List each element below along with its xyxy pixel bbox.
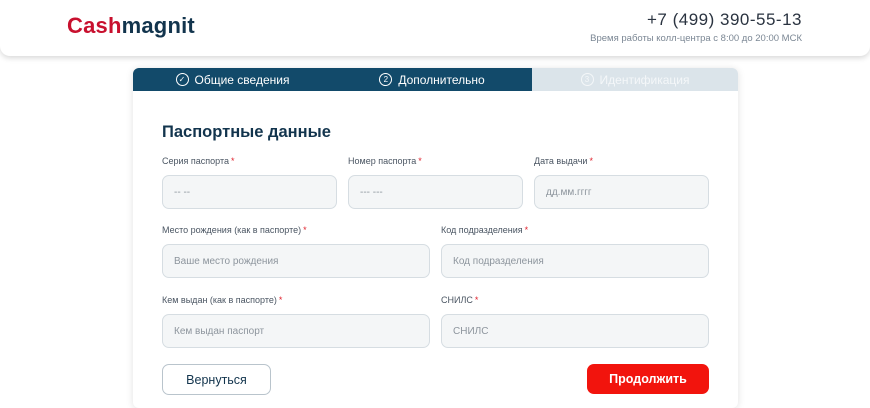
required-mark: * <box>418 156 422 166</box>
field-label: Место рождения (как в паспорте) <box>162 225 302 235</box>
issue-date-field: Дата выдачи * дд.мм.гггг <box>534 156 709 209</box>
step-number-icon: 2 <box>379 73 393 86</box>
required-mark: * <box>524 225 529 235</box>
step-identification: 3 Идентификация <box>532 68 738 91</box>
snils-field: СНИЛС * СНИЛС <box>441 295 709 348</box>
issued-by-field: Кем выдан (как в паспорте) * Кем выдан па… <box>162 295 430 348</box>
required-mark: * <box>231 156 235 166</box>
cashmagnit-logo[interactable]: Cashmagnit <box>67 13 195 39</box>
checkmark-icon: ✓ <box>175 73 189 86</box>
required-mark: * <box>589 156 593 166</box>
phone-number[interactable]: +7 (499) 390-55-13 <box>647 10 802 30</box>
step-additional[interactable]: 2 Дополнительно <box>332 68 532 91</box>
continue-button[interactable]: Продолжить <box>587 364 709 394</box>
step-number-icon: 3 <box>580 73 594 86</box>
progress-steps: ✓ Общие сведения 2 Дополнительно 3 Идент… <box>133 68 738 91</box>
required-mark: * <box>278 295 283 305</box>
required-mark: * <box>303 225 307 235</box>
passport-number-field: Номер паспорта * --- --- <box>348 156 523 209</box>
division-code-field: Код подразделения * Код подразделения <box>441 225 709 278</box>
field-label: Код подразделения <box>441 225 523 235</box>
call-center-hours: Время работы колл-центра с 8:00 до 20:00… <box>590 33 802 44</box>
logo-part-magnit: magnit <box>121 13 195 38</box>
step-label: Идентификация <box>599 72 690 87</box>
field-label: Номер паспорта <box>348 156 417 166</box>
field-label: Серия паспорта <box>162 156 230 166</box>
snils-input[interactable]: СНИЛС <box>441 314 709 348</box>
field-label: Кем выдан (как в паспорте) <box>162 295 277 305</box>
field-label: СНИЛС <box>441 295 473 305</box>
page-title: Паспортные данные <box>162 123 331 141</box>
division-code-input[interactable]: Код подразделения <box>441 244 709 278</box>
logo-part-cash: Cash <box>67 13 122 38</box>
birthplace-field: Место рождения (как в паспорте) * Ваше ме… <box>162 225 430 278</box>
site-header: Cashmagnit +7 (499) 390-55-13 Время рабо… <box>0 0 870 56</box>
required-mark: * <box>474 295 479 305</box>
issued-by-input[interactable]: Кем выдан паспорт <box>162 314 430 348</box>
issue-date-input[interactable]: дд.мм.гггг <box>534 175 709 209</box>
passport-series-field: Серия паспорта * -- -- <box>162 156 337 209</box>
passport-series-input[interactable]: -- -- <box>162 175 337 209</box>
step-general-info[interactable]: ✓ Общие сведения <box>133 68 332 91</box>
form-card: ✓ Общие сведения 2 Дополнительно 3 Идент… <box>133 68 738 408</box>
birthplace-input[interactable]: Ваше место рождения <box>162 244 430 278</box>
passport-number-input[interactable]: --- --- <box>348 175 523 209</box>
back-button[interactable]: Вернуться <box>162 364 271 395</box>
field-label: Дата выдачи <box>534 156 588 166</box>
step-label: Общие сведения <box>194 72 290 87</box>
step-label: Дополнительно <box>398 72 485 87</box>
